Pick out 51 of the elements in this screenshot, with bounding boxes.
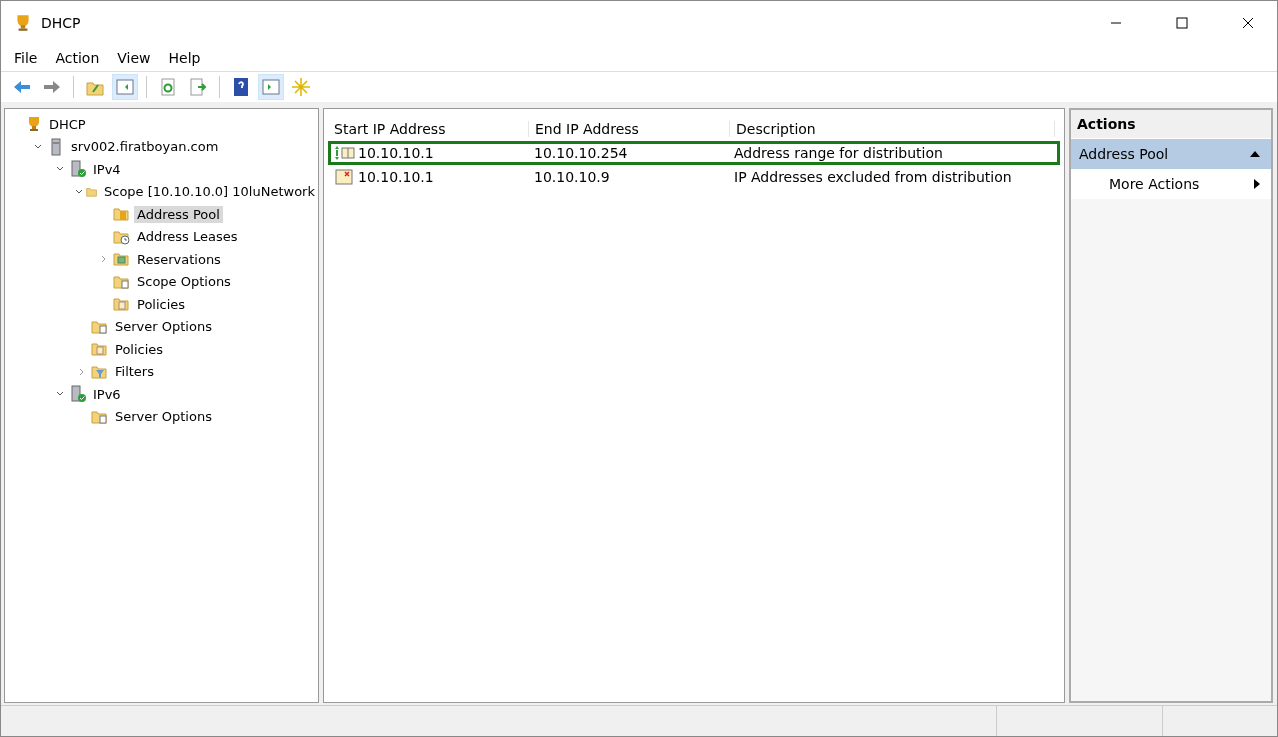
column-header[interactable]: End IP Address [529,121,730,137]
menu-item[interactable]: File [7,48,45,68]
tree-item[interactable]: Scope Options [134,273,234,291]
table-cell: IP Addresses excluded from distribution [734,169,1012,185]
folder-grid-icon [113,250,131,269]
table-cell: 10.10.10.1 [358,145,434,161]
export-list-icon [188,77,208,97]
tree-item[interactable]: IPv6 [90,385,124,403]
tree-item[interactable]: Address Leases [134,228,241,246]
close-icon [1242,17,1254,29]
action-item[interactable]: More Actions [1071,169,1271,199]
tree-item[interactable]: Server Options [112,318,215,336]
help-icon [231,77,251,97]
menu-item[interactable]: Action [48,48,107,68]
tree-item[interactable]: Server Options [112,408,215,426]
excluded-book-icon [334,168,356,186]
window-title: DHCP [41,15,82,31]
table-cell: Address range for distribution [734,145,943,161]
tree-item[interactable]: Policies [112,340,167,358]
sparkle-icon [291,77,311,97]
menu-item[interactable]: View [110,48,158,68]
table-cell: 10.10.10.254 [534,145,628,161]
actions-title: Actions [1071,110,1271,139]
table-cell: 10.10.10.1 [358,169,434,185]
tree-item[interactable]: IPv4 [90,160,124,178]
actions-section-header[interactable]: Address Pool [1071,139,1271,169]
submenu-triangle-icon [1253,178,1261,190]
tree-item[interactable]: Policies [134,295,189,313]
server-check-icon [69,160,87,179]
folder-book-icon [113,205,131,224]
maximize-icon [1176,17,1188,29]
tree-item[interactable]: Reservations [134,250,224,268]
folder-page-icon [91,340,109,359]
range-book-icon [334,144,356,162]
table-cell: 10.10.10.9 [534,169,610,185]
tree-item[interactable]: Filters [112,363,157,381]
table-row[interactable]: 10.10.10.1 10.10.10.254 Address range for distribution [328,141,1060,165]
tree-item[interactable]: DHCP [46,115,89,133]
server-check-icon [69,385,87,404]
refresh-icon [158,77,178,97]
show-pane-icon [261,77,281,97]
tree-item[interactable]: Scope [10.10.10.0] 10luNetwork [101,183,318,201]
collapse-triangle-icon [1249,150,1261,158]
column-header[interactable]: Start IP Address [328,121,529,137]
folder-page-icon [113,295,131,314]
show-tree-icon [115,77,135,97]
menu-item[interactable]: Help [161,48,208,68]
tree-item[interactable]: srv002.firatboyan.com [68,138,222,156]
column-header[interactable]: Description [730,121,1055,137]
tree-item[interactable]: Address Pool [134,205,223,223]
table-row[interactable]: 10.10.10.1 10.10.10.9 IP Addresses excluded from distribution [328,165,1060,189]
